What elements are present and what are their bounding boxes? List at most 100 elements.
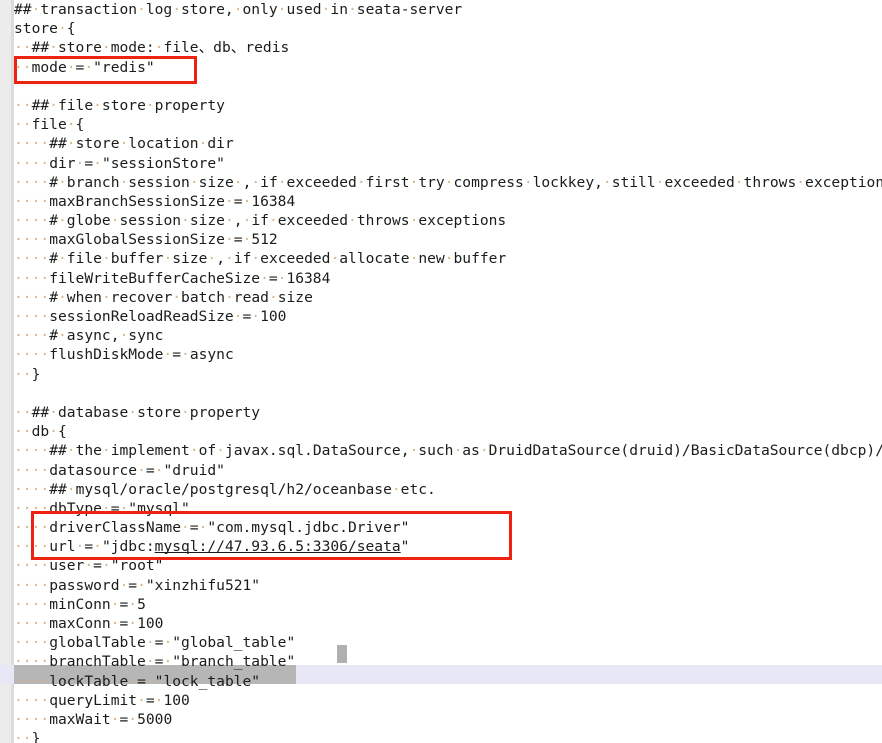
code-line[interactable]: store·{ [14, 19, 882, 38]
whitespace-dot: · [233, 1, 243, 18]
code-line[interactable]: ····url·=·"jdbc:mysql://47.93.6.5:3306/s… [14, 537, 882, 556]
code-line[interactable]: ··##·store·mode:·file、db、redis [14, 38, 882, 57]
whitespace-dot: · [110, 595, 120, 613]
url-link[interactable]: mysql://47.93.6.5:3306/seata [155, 538, 401, 555]
code-line[interactable]: ····queryLimit·=·100 [14, 691, 882, 710]
whitespace-dot: · [22, 96, 32, 114]
code-line[interactable]: ····lockTable·=·"lock_table" [14, 672, 882, 691]
code-line[interactable]: ····password·=·"xinzhifu521" [14, 576, 882, 595]
whitespace-dot: · [409, 212, 419, 230]
whitespace-dot: · [22, 730, 32, 743]
whitespace-dot: · [22, 557, 32, 575]
whitespace-dot: · [224, 212, 234, 230]
whitespace-dot: · [479, 442, 489, 460]
whitespace-dot: · [31, 1, 41, 18]
whitespace-dot: · [22, 365, 32, 383]
whitespace-dot: · [40, 154, 50, 172]
code-line[interactable]: ····datasource·=·"druid" [14, 461, 882, 480]
whitespace-dot: · [356, 173, 366, 191]
whitespace-dot: · [66, 480, 76, 498]
whitespace-dot: · [602, 173, 612, 191]
code-line[interactable]: ··} [14, 365, 882, 384]
whitespace-dot: · [49, 403, 58, 421]
whitespace-dot: · [145, 653, 155, 671]
whitespace-dot: · [14, 192, 23, 210]
whitespace-dot: · [14, 403, 23, 421]
code-line[interactable]: ··##·file·store·property [14, 96, 882, 115]
code-editor[interactable]: ##·transaction·log·store,·only·used·in·s… [0, 0, 882, 743]
whitespace-dot: · [40, 192, 50, 210]
whitespace-dot: · [22, 116, 32, 134]
code-line[interactable]: ····#·branch·session·size·,·if·exceeded·… [14, 173, 882, 192]
whitespace-dot: · [22, 461, 32, 479]
code-line[interactable]: ····sessionReloadReadSize·=·100 [14, 307, 882, 326]
code-line[interactable]: ····##·the·implement·of·javax.sql.DataSo… [14, 441, 882, 460]
code-line[interactable]: ····##·store·location·dir [14, 134, 882, 153]
whitespace-dot: · [22, 519, 32, 537]
whitespace-dot: · [207, 250, 217, 268]
whitespace-dot: · [145, 672, 155, 690]
whitespace-dot: · [22, 615, 32, 632]
whitespace-dot: · [321, 1, 331, 18]
whitespace-dot: · [14, 672, 23, 690]
code-content[interactable]: ##·transaction·log·store,·only·used·in·s… [14, 0, 882, 743]
code-line[interactable]: ····branchTable·=·"branch_table" [14, 652, 882, 671]
whitespace-dot: · [14, 576, 23, 594]
code-line[interactable]: ··##·database·store·property [14, 403, 882, 422]
code-line[interactable]: ····minConn·=·5 [14, 595, 882, 614]
code-line[interactable]: ··} [14, 729, 882, 743]
code-line[interactable]: ····user·=·"root" [14, 556, 882, 575]
whitespace-dot: · [49, 39, 58, 57]
code-line[interactable]: ····dbType·=·"mysql" [14, 499, 882, 518]
code-line[interactable]: ····fileWriteBufferCacheSize·=·16384 [14, 269, 882, 288]
code-line[interactable]: ····driverClassName·=·"com.mysql.jdbc.Dr… [14, 518, 882, 537]
whitespace-dot: · [110, 710, 120, 728]
code-line[interactable]: ··db·{ [14, 422, 882, 441]
whitespace-dot: · [163, 634, 173, 652]
whitespace-dot: · [137, 691, 146, 709]
code-line[interactable]: ##·transaction·log·store,·only·used·in·s… [14, 0, 882, 19]
whitespace-dot: · [14, 538, 23, 556]
editor-gutter [0, 0, 11, 743]
code-line[interactable]: ····maxWait·=·5000 [14, 710, 882, 729]
whitespace-dot: · [163, 250, 173, 268]
whitespace-dot: · [14, 308, 23, 325]
whitespace-dot: · [14, 499, 23, 517]
whitespace-dot: · [137, 576, 146, 594]
whitespace-dot: · [224, 231, 234, 249]
whitespace-dot: · [40, 653, 50, 671]
whitespace-dot: · [22, 672, 32, 690]
whitespace-dot: · [119, 499, 129, 517]
whitespace-dot: · [180, 519, 190, 537]
whitespace-dot: · [14, 442, 23, 460]
code-line[interactable]: ····#·globe·session·size·,·if·exceeded·t… [14, 211, 882, 230]
code-line[interactable]: ··file·{ [14, 115, 882, 134]
code-line[interactable] [14, 384, 882, 403]
code-line[interactable]: ····#·file·buffer·size·,·if·exceeded·all… [14, 249, 882, 268]
whitespace-dot: · [49, 96, 58, 114]
whitespace-dot: · [181, 403, 190, 421]
code-line[interactable]: ····maxGlobalSessionSize·=·512 [14, 230, 882, 249]
whitespace-dot: · [40, 499, 50, 517]
code-line[interactable]: ····#·async,·sync [14, 326, 882, 345]
whitespace-dot: · [796, 173, 806, 191]
whitespace-dot: · [40, 691, 50, 709]
whitespace-dot: · [22, 346, 32, 364]
whitespace-dot: · [409, 173, 419, 191]
code-line[interactable]: ····maxBranchSessionSize·=·16384 [14, 192, 882, 211]
whitespace-dot: · [57, 250, 67, 268]
code-line[interactable]: ····maxConn·=·100 [14, 614, 882, 633]
code-line[interactable]: ····flushDiskMode·=·async [14, 345, 882, 364]
code-line[interactable]: ····##·mysql/oracle/postgresql/h2/oceanb… [14, 480, 882, 499]
whitespace-dot: · [40, 327, 50, 345]
whitespace-dot: · [40, 461, 50, 479]
whitespace-dot: · [66, 442, 76, 460]
code-line[interactable]: ··mode·=·"redis" [14, 58, 882, 77]
code-line[interactable] [14, 77, 882, 96]
whitespace-dot: · [347, 1, 357, 18]
code-line[interactable]: ····#·when·recover·batch·read·size [14, 288, 882, 307]
whitespace-dot: · [128, 595, 138, 613]
code-line[interactable]: ····globalTable·=·"global_table" [14, 633, 882, 652]
code-line[interactable]: ····dir·=·"sessionStore" [14, 154, 882, 173]
whitespace-dot: · [22, 192, 32, 210]
